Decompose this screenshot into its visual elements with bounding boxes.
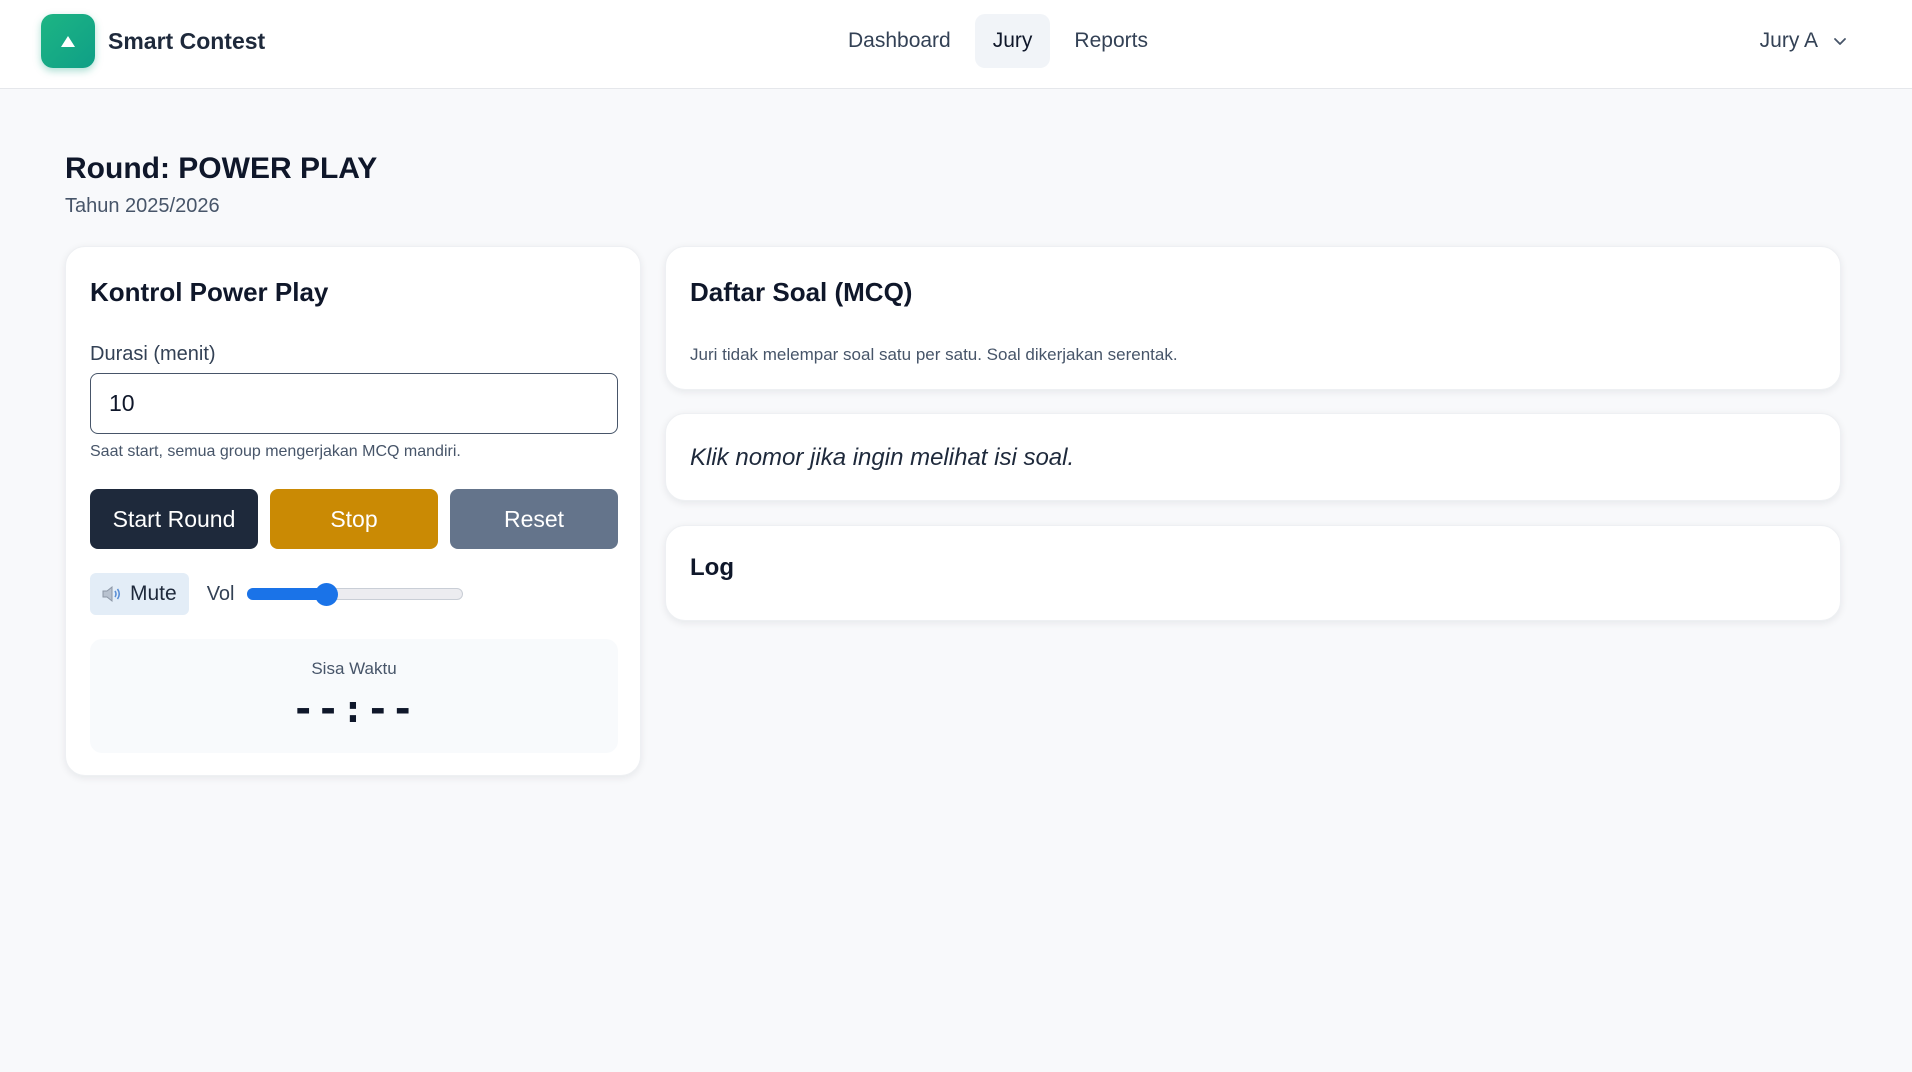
page-subtitle: Tahun 2025/2026 [65, 195, 220, 217]
mute-label: Mute [130, 582, 177, 605]
mute-button[interactable]: Mute [90, 573, 189, 615]
start-round-button[interactable]: Start Round [90, 489, 258, 549]
stop-button[interactable]: Stop [270, 489, 438, 549]
log-title: Log [690, 554, 734, 581]
reset-button[interactable]: Reset [450, 489, 618, 549]
volume-slider-fill [246, 588, 327, 600]
duration-hint: Saat start, semua group mengerjakan MCQ … [90, 443, 461, 460]
question-list-description: Juri tidak melempar soal satu per satu. … [690, 345, 1178, 364]
control-panel: Kontrol Power Play Durasi (menit) Saat s… [65, 246, 641, 776]
brand-name: Smart Contest [108, 27, 266, 54]
app-logo-icon [41, 14, 95, 68]
brand[interactable]: Smart Contest [41, 14, 265, 68]
question-list-panel: Daftar Soal (MCQ) Juri tidak melempar so… [665, 246, 1841, 390]
timer-label: Sisa Waktu [311, 659, 397, 678]
volume-slider-thumb[interactable] [315, 583, 339, 606]
control-panel-title: Kontrol Power Play [90, 277, 329, 307]
timer-box: Sisa Waktu --:-- [90, 639, 618, 753]
user-menu[interactable]: Jury A [1760, 14, 1848, 68]
duration-label: Durasi (menit) [90, 343, 216, 365]
audio-controls: Mute Vol [90, 573, 463, 615]
question-hint-text: Klik nomor jika ingin melihat isi soal. [690, 444, 1075, 471]
nav-item-jury[interactable]: Jury [974, 14, 1051, 68]
log-panel: Log [665, 525, 1841, 621]
triangle-up-icon [61, 35, 75, 47]
chevron-down-icon [1834, 38, 1846, 45]
user-name: Jury A [1759, 29, 1818, 52]
main-nav: Dashboard Jury Reports [830, 14, 1166, 68]
timer-value: --:-- [291, 687, 417, 731]
page-title: Round: POWER PLAY [65, 152, 378, 185]
nav-item-dashboard[interactable]: Dashboard [830, 14, 969, 68]
duration-input[interactable] [90, 373, 618, 434]
question-list-title: Daftar Soal (MCQ) [690, 277, 913, 307]
nav-item-reports[interactable]: Reports [1056, 14, 1166, 68]
volume-label: Vol [206, 582, 235, 605]
question-hint-panel: Klik nomor jika ingin melihat isi soal. [665, 413, 1841, 501]
speaker-icon [102, 585, 121, 603]
top-navbar: Smart Contest Dashboard Jury Reports Jur… [0, 0, 1912, 89]
volume-slider[interactable] [246, 573, 463, 615]
